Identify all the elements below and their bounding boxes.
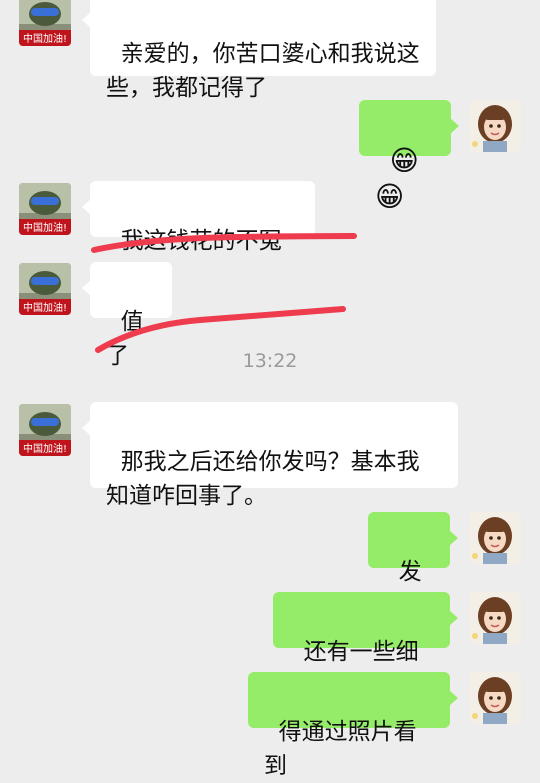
message-text: 那我之后还给你发吗？基本我知道咋回事了。	[106, 449, 420, 509]
message-bubble-outgoing[interactable]: 还有一些细节	[273, 592, 458, 699]
svg-text:中国加油!: 中国加油!	[23, 442, 67, 455]
message-text: 亲爱的，你苦口婆心和我说这些，我都记得了	[106, 41, 420, 101]
user-avatar[interactable]	[469, 592, 521, 644]
message-bubble-incoming[interactable]: 值了	[82, 262, 172, 369]
timestamp: 13:22	[242, 350, 298, 372]
message-bubble-outgoing[interactable]: 😁😁	[359, 100, 459, 213]
contact-avatar[interactable]: 中国加油!	[19, 183, 71, 235]
user-avatar[interactable]	[469, 672, 521, 724]
user-avatar[interactable]	[469, 512, 521, 564]
svg-text:中国加油!: 中国加油!	[23, 221, 67, 234]
contact-avatar[interactable]: 中国加油!	[19, 0, 71, 46]
grinning-emoji-icon: 😁😁	[375, 144, 421, 213]
message-bubble-incoming[interactable]: 亲爱的，你苦口婆心和我说这些，我都记得了	[82, 0, 436, 101]
contact-avatar[interactable]: 中国加油!	[19, 263, 71, 315]
message-bubble-outgoing[interactable]: 发的	[368, 512, 458, 619]
message-bubble-incoming[interactable]: 我这钱花的不冤枉	[82, 181, 315, 288]
contact-avatar[interactable]: 中国加油!	[19, 404, 71, 456]
svg-text:中国加油!: 中国加油!	[23, 32, 67, 45]
message-bubble-outgoing[interactable]: 得通过照片看到	[248, 672, 458, 779]
message-bubble-incoming[interactable]: 那我之后还给你发吗？基本我知道咋回事了。	[82, 402, 458, 509]
message-text: 得通过照片看到	[264, 719, 417, 779]
svg-text:中国加油!: 中国加油!	[23, 301, 67, 314]
user-avatar[interactable]	[469, 100, 521, 152]
